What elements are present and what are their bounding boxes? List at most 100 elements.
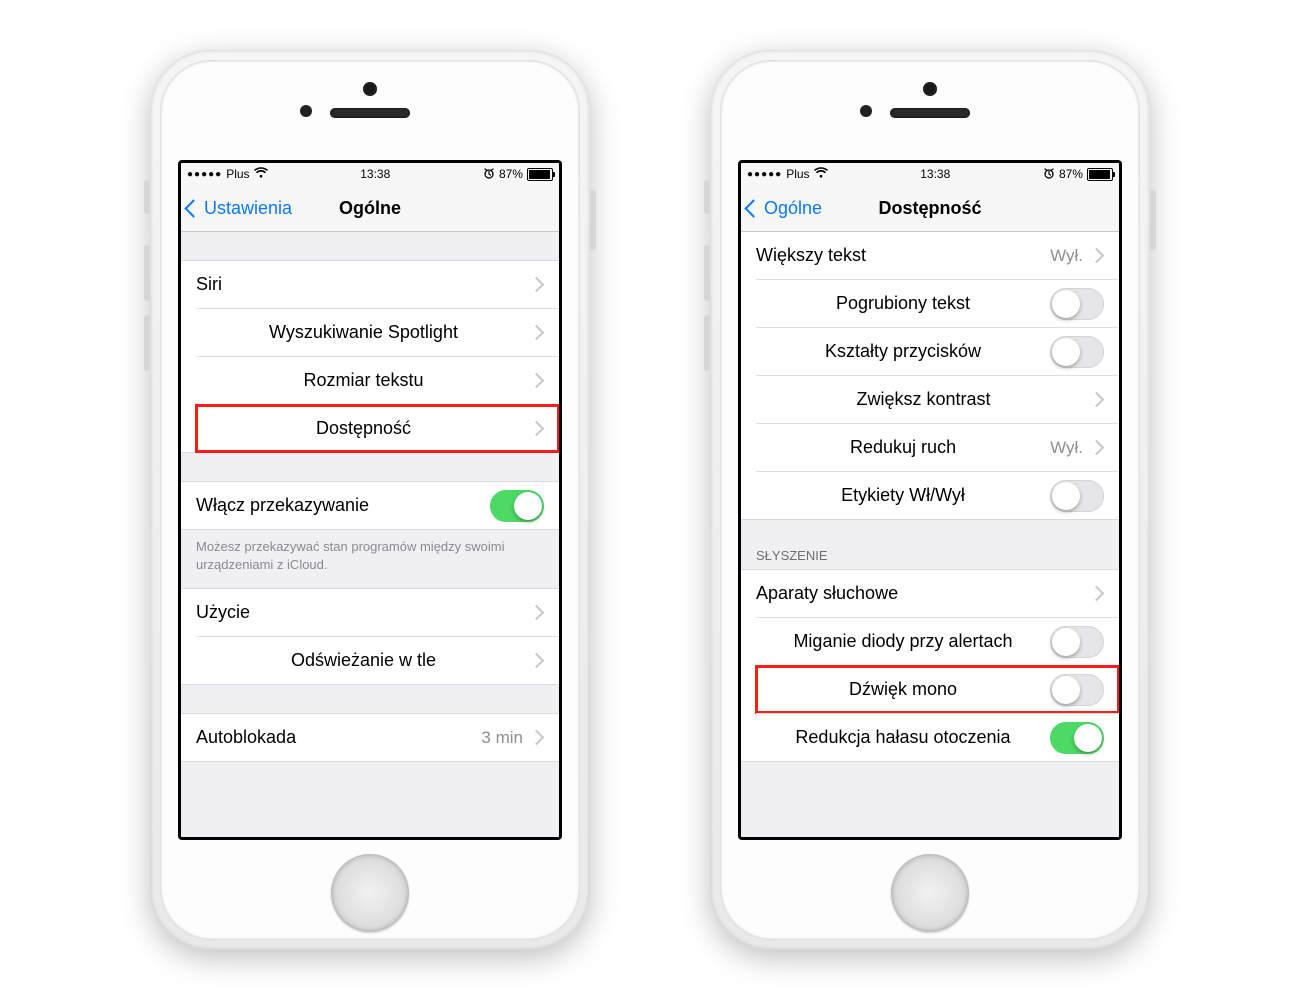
earpiece-speaker-icon	[330, 108, 410, 118]
volume-down-button[interactable]	[704, 315, 710, 371]
row-mono-audio[interactable]: Dźwięk mono	[756, 665, 1119, 713]
row-increase-contrast[interactable]: Zwiększ kontrast	[756, 375, 1119, 423]
button-shapes-toggle[interactable]	[1050, 336, 1104, 368]
chevron-right-icon	[1089, 248, 1105, 264]
volume-down-button[interactable]	[144, 315, 150, 371]
row-label: Odświeżanie w tle	[291, 650, 436, 671]
back-label: Ogólne	[764, 198, 822, 219]
screen-right: ●●●●● Plus 13:38 87% Ogólne Dostępność	[738, 160, 1122, 840]
home-button[interactable]	[891, 854, 969, 932]
chevron-right-icon	[529, 421, 545, 437]
handoff-toggle[interactable]	[490, 490, 544, 522]
autolock-value: 3 min	[481, 728, 523, 748]
carrier-label: Plus	[786, 167, 809, 181]
accessibility-content: Większy tekst Wył. Pogrubiony tekst Kszt…	[741, 232, 1119, 837]
bold-text-toggle[interactable]	[1050, 288, 1104, 320]
alarm-icon	[1043, 167, 1055, 182]
row-autolock[interactable]: Autoblokada 3 min	[181, 714, 559, 761]
back-button[interactable]: Ogólne	[747, 198, 822, 219]
power-button[interactable]	[590, 190, 596, 250]
wifi-icon	[814, 167, 828, 181]
row-bg-refresh[interactable]: Odświeżanie w tle	[196, 636, 559, 684]
row-label: Dostępność	[316, 418, 411, 439]
back-button[interactable]: Ustawienia	[187, 198, 292, 219]
chevron-right-icon	[529, 653, 545, 669]
led-flash-toggle[interactable]	[1050, 626, 1104, 658]
clock-label: 13:38	[920, 167, 950, 181]
larger-text-value: Wył.	[1050, 246, 1083, 266]
row-label: Aparaty słuchowe	[756, 583, 898, 604]
row-bold-text[interactable]: Pogrubiony tekst	[756, 279, 1119, 327]
row-label: Pogrubiony tekst	[836, 293, 970, 314]
back-label: Ustawienia	[204, 198, 292, 219]
row-usage[interactable]: Użycie	[181, 589, 559, 636]
proximity-sensor-icon	[300, 105, 312, 117]
front-camera-icon	[363, 82, 377, 96]
chevron-right-icon	[529, 730, 545, 746]
clock-label: 13:38	[360, 167, 390, 181]
status-bar: ●●●●● Plus 13:38 87%	[181, 163, 559, 185]
chevron-right-icon	[529, 605, 545, 621]
row-handoff[interactable]: Włącz przekazywanie	[181, 482, 559, 529]
carrier-label: Plus	[226, 167, 249, 181]
chevron-right-icon	[1089, 440, 1105, 456]
battery-pct-label: 87%	[499, 167, 523, 181]
alarm-icon	[483, 167, 495, 182]
row-label: Redukcja hałasu otoczenia	[795, 727, 1010, 748]
screen-left: ●●●●● Plus 13:38 87% Ustawienia Ogólne	[178, 160, 562, 840]
front-camera-icon	[923, 82, 937, 96]
wifi-icon	[254, 167, 268, 181]
row-hearing-aids[interactable]: Aparaty słuchowe	[741, 570, 1119, 617]
row-text-size[interactable]: Rozmiar tekstu	[196, 356, 559, 404]
settings-content: Siri Wyszukiwanie Spotlight Rozmiar teks…	[181, 232, 559, 837]
volume-up-button[interactable]	[144, 245, 150, 301]
row-noise-cancel[interactable]: Redukcja hałasu otoczenia	[756, 713, 1119, 761]
row-siri[interactable]: Siri	[181, 261, 559, 308]
row-label: Użycie	[196, 602, 250, 623]
battery-pct-label: 87%	[1059, 167, 1083, 181]
reduce-motion-value: Wył.	[1050, 438, 1083, 458]
row-larger-text[interactable]: Większy tekst Wył.	[741, 232, 1119, 279]
chevron-right-icon	[529, 325, 545, 341]
row-reduce-motion[interactable]: Redukuj ruch Wył.	[756, 423, 1119, 471]
iphone-right: ●●●●● Plus 13:38 87% Ogólne Dostępność	[710, 50, 1150, 950]
volume-up-button[interactable]	[704, 245, 710, 301]
row-label: Włącz przekazywanie	[196, 495, 369, 516]
home-button[interactable]	[331, 854, 409, 932]
row-accessibility[interactable]: Dostępność	[196, 404, 559, 452]
row-label: Zwiększ kontrast	[856, 389, 990, 410]
onoff-labels-toggle[interactable]	[1050, 480, 1104, 512]
chevron-right-icon	[529, 373, 545, 389]
row-label: Większy tekst	[756, 245, 866, 266]
chevron-right-icon	[1089, 392, 1105, 408]
row-button-shapes[interactable]: Kształty przycisków	[756, 327, 1119, 375]
proximity-sensor-icon	[860, 105, 872, 117]
mute-switch[interactable]	[144, 180, 150, 214]
row-label: Rozmiar tekstu	[303, 370, 423, 391]
handoff-footnote: Możesz przekazywać stan programów między…	[181, 530, 559, 588]
status-bar: ●●●●● Plus 13:38 87%	[741, 163, 1119, 185]
row-label: Siri	[196, 274, 222, 295]
chevron-right-icon	[529, 277, 545, 293]
mute-switch[interactable]	[704, 180, 710, 214]
nav-bar: Ogólne Dostępność	[741, 185, 1119, 232]
mono-audio-toggle[interactable]	[1050, 674, 1104, 706]
row-onoff-labels[interactable]: Etykiety Wł/Wył	[756, 471, 1119, 519]
hearing-section-header: SŁYSZENIE	[741, 520, 1119, 569]
nav-title: Ogólne	[339, 198, 401, 219]
row-spotlight[interactable]: Wyszukiwanie Spotlight	[196, 308, 559, 356]
chevron-left-icon	[184, 199, 202, 217]
row-label: Wyszukiwanie Spotlight	[269, 322, 458, 343]
nav-title: Dostępność	[878, 198, 981, 219]
row-label: Etykiety Wł/Wył	[841, 485, 965, 506]
noise-cancel-toggle[interactable]	[1050, 722, 1104, 754]
row-label: Miganie diody przy alertach	[793, 631, 1012, 652]
row-label: Redukuj ruch	[850, 437, 956, 458]
signal-dots-icon: ●●●●●	[747, 169, 782, 180]
power-button[interactable]	[1150, 190, 1156, 250]
nav-bar: Ustawienia Ogólne	[181, 185, 559, 232]
row-led-flash[interactable]: Miganie diody przy alertach	[756, 617, 1119, 665]
row-label: Kształty przycisków	[825, 341, 981, 362]
battery-icon	[527, 168, 553, 181]
signal-dots-icon: ●●●●●	[187, 169, 222, 180]
